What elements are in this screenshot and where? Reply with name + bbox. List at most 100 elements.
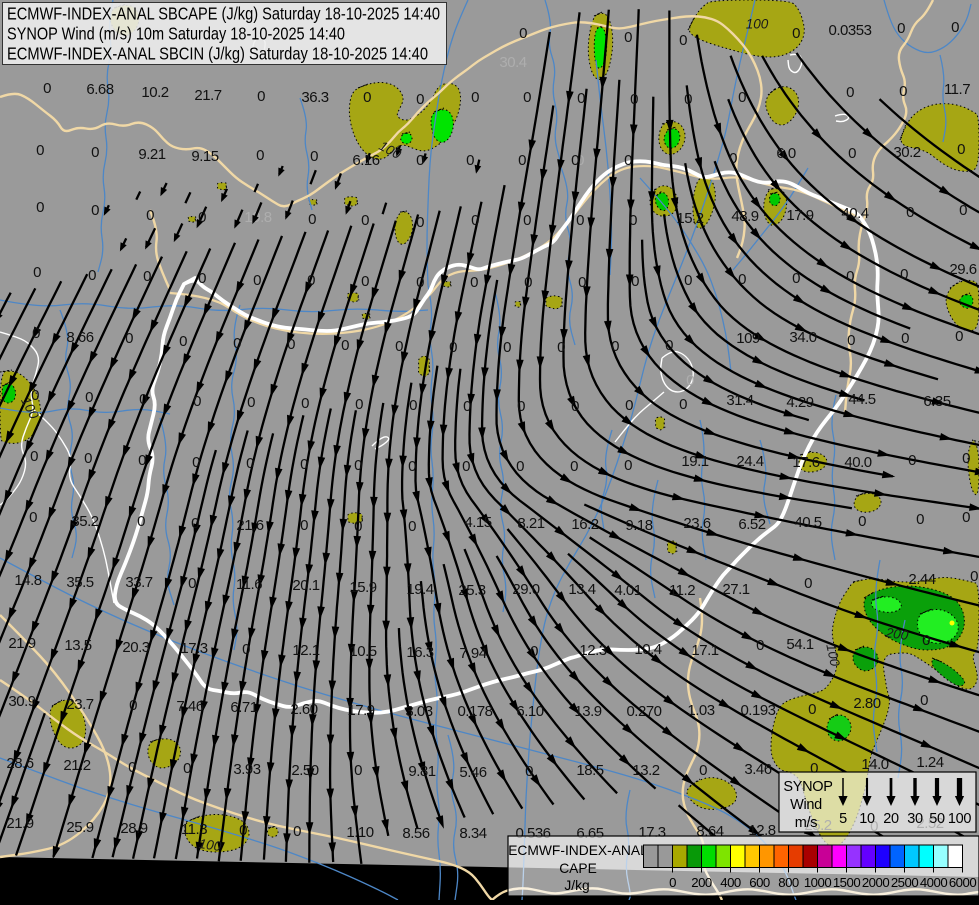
svg-text:0: 0 bbox=[570, 458, 578, 475]
svg-text:13.2: 13.2 bbox=[632, 762, 659, 779]
svg-text:0: 0 bbox=[470, 274, 478, 291]
svg-text:9.15: 9.15 bbox=[191, 148, 218, 165]
svg-text:0: 0 bbox=[246, 455, 254, 472]
svg-text:0.193: 0.193 bbox=[740, 702, 775, 719]
svg-text:0: 0 bbox=[900, 266, 908, 283]
svg-text:16.2: 16.2 bbox=[571, 516, 598, 533]
svg-text:5: 5 bbox=[839, 811, 847, 827]
svg-text:40.0: 40.0 bbox=[844, 454, 871, 471]
svg-text:6.10: 6.10 bbox=[516, 703, 543, 720]
svg-text:0: 0 bbox=[951, 19, 959, 36]
svg-text:9.81: 9.81 bbox=[408, 763, 435, 780]
svg-text:4.01: 4.01 bbox=[614, 582, 641, 599]
svg-text:0: 0 bbox=[624, 152, 632, 169]
svg-text:0: 0 bbox=[738, 89, 746, 106]
svg-text:23.6: 23.6 bbox=[683, 515, 710, 532]
svg-text:0: 0 bbox=[233, 335, 241, 352]
svg-text:0: 0 bbox=[139, 391, 147, 408]
svg-text:0: 0 bbox=[256, 147, 264, 164]
svg-text:0: 0 bbox=[901, 330, 909, 347]
svg-text:0: 0 bbox=[738, 271, 746, 288]
svg-text:0: 0 bbox=[191, 515, 199, 532]
svg-text:SYNOP: SYNOP bbox=[783, 779, 832, 795]
svg-text:14.8: 14.8 bbox=[14, 572, 41, 589]
svg-text:0: 0 bbox=[557, 339, 565, 356]
svg-text:2000: 2000 bbox=[862, 875, 890, 890]
svg-text:0: 0 bbox=[354, 457, 362, 474]
svg-text:0: 0 bbox=[792, 25, 800, 42]
svg-text:0: 0 bbox=[624, 29, 632, 46]
svg-text:6000: 6000 bbox=[949, 875, 977, 890]
svg-text:ECMWF-INDEX-ANAL SBCIN (J/kg): ECMWF-INDEX-ANAL SBCIN (J/kg) Saturday 1… bbox=[7, 44, 428, 64]
svg-text:17.9: 17.9 bbox=[786, 207, 813, 224]
svg-text:31.4: 31.4 bbox=[726, 392, 753, 409]
svg-text:0: 0 bbox=[962, 450, 970, 467]
svg-text:12.3: 12.3 bbox=[579, 642, 606, 659]
svg-text:0: 0 bbox=[571, 152, 579, 169]
svg-text:0: 0 bbox=[128, 759, 136, 776]
svg-text:21.9: 21.9 bbox=[8, 635, 35, 652]
svg-text:m/s: m/s bbox=[795, 815, 818, 831]
svg-text:35.2: 35.2 bbox=[71, 513, 98, 530]
svg-text:100: 100 bbox=[948, 811, 972, 827]
svg-text:0: 0 bbox=[699, 762, 707, 779]
svg-text:21.2: 21.2 bbox=[63, 757, 90, 774]
svg-text:10.5: 10.5 bbox=[349, 643, 376, 660]
svg-text:0: 0 bbox=[143, 268, 151, 285]
svg-text:0: 0 bbox=[88, 267, 96, 284]
svg-text:3.03: 3.03 bbox=[405, 703, 432, 720]
svg-text:0: 0 bbox=[630, 91, 638, 108]
svg-text:11.7: 11.7 bbox=[944, 81, 970, 98]
svg-text:CAPE: CAPE bbox=[559, 861, 597, 876]
svg-text:800: 800 bbox=[778, 875, 799, 890]
svg-text:11.3: 11.3 bbox=[181, 821, 207, 838]
svg-text:0: 0 bbox=[503, 339, 511, 356]
svg-text:0: 0 bbox=[466, 152, 474, 169]
svg-text:0: 0 bbox=[30, 448, 38, 465]
svg-text:1.10: 1.10 bbox=[346, 824, 373, 841]
svg-text:0: 0 bbox=[395, 338, 403, 355]
svg-text:33.7: 33.7 bbox=[125, 574, 152, 591]
svg-text:0: 0 bbox=[179, 333, 187, 350]
svg-text:0.0353: 0.0353 bbox=[829, 22, 872, 39]
svg-text:28.6: 28.6 bbox=[6, 755, 33, 772]
svg-text:0: 0 bbox=[576, 212, 584, 229]
svg-text:ECMWF-INDEX-ANAL: ECMWF-INDEX-ANAL bbox=[508, 843, 648, 858]
svg-text:0: 0 bbox=[611, 338, 619, 355]
svg-text:0: 0 bbox=[908, 452, 916, 469]
svg-text:0: 0 bbox=[307, 272, 315, 289]
svg-text:0: 0 bbox=[679, 396, 687, 413]
svg-text:0: 0 bbox=[523, 89, 531, 106]
svg-text:30.2: 30.2 bbox=[893, 144, 920, 161]
svg-text:1.24: 1.24 bbox=[916, 754, 943, 771]
svg-text:0: 0 bbox=[955, 328, 963, 345]
svg-text:Wind: Wind bbox=[790, 797, 822, 813]
svg-text:44.5: 44.5 bbox=[848, 391, 875, 408]
svg-text:0: 0 bbox=[257, 88, 265, 105]
svg-text:28.9: 28.9 bbox=[120, 820, 147, 837]
svg-text:17.9: 17.9 bbox=[347, 702, 374, 719]
svg-text:10.2: 10.2 bbox=[141, 84, 168, 101]
svg-text:9.18: 9.18 bbox=[625, 517, 652, 534]
svg-text:30.4: 30.4 bbox=[499, 54, 526, 71]
svg-text:20.1: 20.1 bbox=[292, 577, 319, 594]
svg-text:13.4: 13.4 bbox=[568, 581, 595, 598]
svg-text:10: 10 bbox=[859, 811, 875, 827]
svg-text:0: 0 bbox=[962, 509, 970, 526]
svg-text:0: 0 bbox=[577, 90, 585, 107]
svg-text:29.0: 29.0 bbox=[512, 581, 539, 598]
svg-text:1.03: 1.03 bbox=[687, 702, 714, 719]
svg-text:0: 0 bbox=[247, 394, 255, 411]
svg-text:6.16: 6.16 bbox=[352, 152, 379, 169]
svg-text:0: 0 bbox=[808, 701, 816, 718]
svg-text:0: 0 bbox=[916, 511, 924, 528]
svg-text:50: 50 bbox=[929, 811, 945, 827]
svg-text:9.21: 9.21 bbox=[138, 146, 165, 163]
svg-text:0: 0 bbox=[462, 458, 470, 475]
svg-text:0: 0 bbox=[625, 397, 633, 414]
svg-text:0: 0 bbox=[959, 202, 967, 219]
svg-text:15.2: 15.2 bbox=[676, 210, 703, 227]
svg-text:2.50: 2.50 bbox=[291, 762, 318, 779]
svg-text:3.93: 3.93 bbox=[233, 761, 260, 778]
svg-text:0: 0 bbox=[183, 760, 191, 777]
